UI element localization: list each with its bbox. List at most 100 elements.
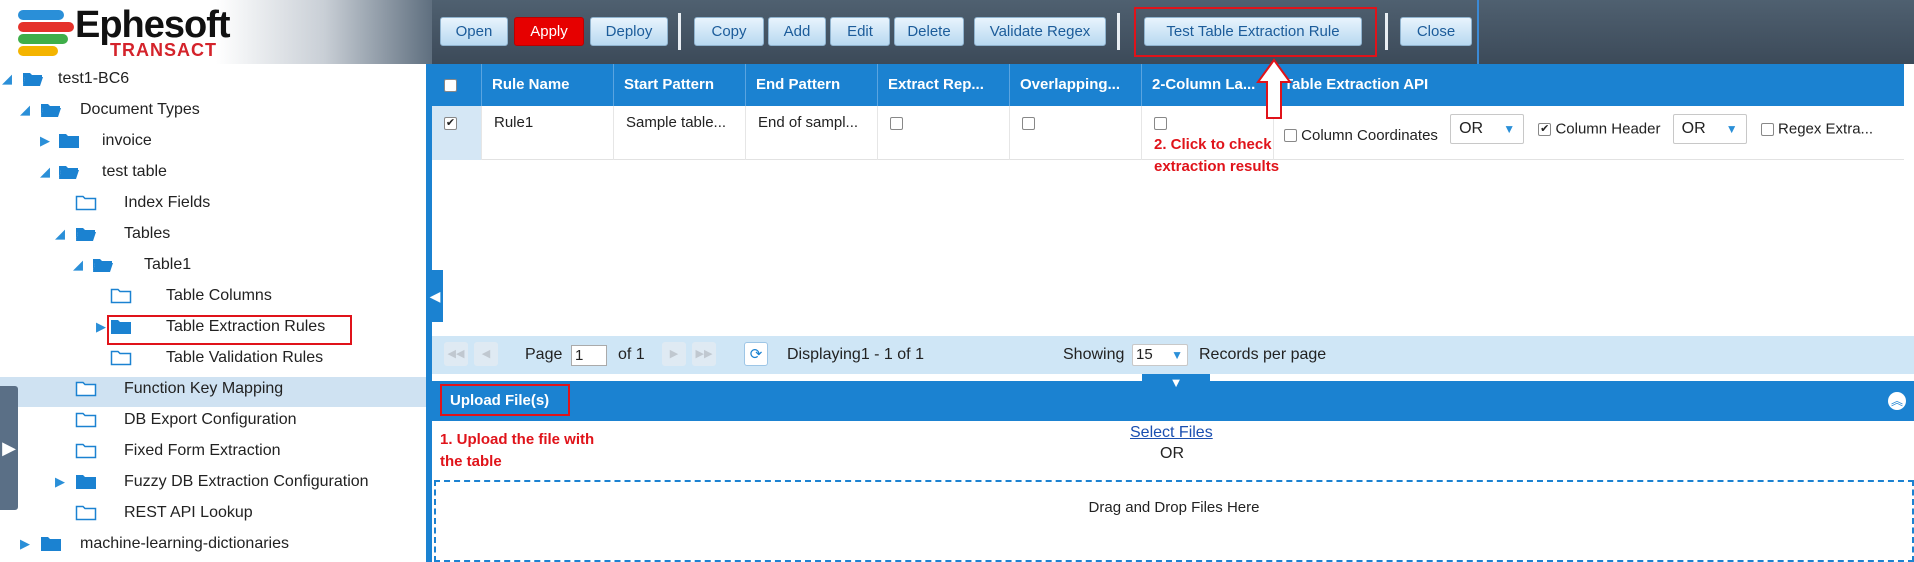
- column-end-pattern[interactable]: End Pattern: [746, 64, 878, 106]
- expanded-arrow-icon[interactable]: ◢: [55, 221, 65, 247]
- logo: Ephesoft TRANSACT: [0, 0, 432, 64]
- collapse-panel-icon[interactable]: ︽: [1888, 392, 1906, 410]
- tree-item[interactable]: REST API Lookup: [0, 500, 420, 526]
- column-table-extraction-api[interactable]: Table Extraction API: [1274, 64, 1904, 106]
- tree-item[interactable]: ◢ test table: [0, 159, 420, 185]
- tree-item[interactable]: Table Columns: [0, 283, 420, 309]
- tree-item[interactable]: ◢ Table1: [0, 252, 420, 278]
- showing-label: Showing: [1063, 346, 1125, 363]
- annotation-step1: 1. Upload the file with the table: [440, 431, 595, 470]
- tree-item-label: test1-BC6: [58, 70, 130, 87]
- records-per-page-label: Records per page: [1199, 346, 1327, 363]
- cell-start-pattern: Sample table...: [614, 106, 746, 160]
- column-coordinates-checkbox[interactable]: [1284, 129, 1297, 142]
- records-per-page-select[interactable]: 15 ▼: [1132, 344, 1188, 366]
- folder-icon: [75, 473, 97, 490]
- page-number-input[interactable]: 1: [571, 345, 607, 366]
- column-start-pattern[interactable]: Start Pattern: [614, 64, 746, 106]
- open-button[interactable]: Open: [440, 17, 508, 46]
- column-header-label: Column Header: [1555, 120, 1661, 138]
- deploy-button[interactable]: Deploy: [590, 17, 668, 46]
- collapsed-arrow-icon[interactable]: ▶: [40, 128, 50, 154]
- column-extract-rep[interactable]: Extract Rep...: [878, 64, 1010, 106]
- last-page-icon[interactable]: ▶▶: [692, 342, 716, 366]
- tree-item[interactable]: ▶ invoice: [0, 128, 420, 154]
- toolbar-divider: [1117, 13, 1120, 50]
- collapsed-arrow-icon[interactable]: ▶: [20, 531, 30, 557]
- column-overlapping[interactable]: Overlapping...: [1010, 64, 1142, 106]
- collapsed-arrow-icon[interactable]: ▶: [96, 314, 106, 340]
- or-label: OR: [1160, 445, 1184, 462]
- folder-icon: [75, 442, 97, 459]
- tree-item-label: invoice: [102, 132, 152, 149]
- annotation-step2: 2. Click to check extraction results: [1154, 136, 1280, 175]
- upload-title-highlight: [440, 384, 570, 416]
- folder-icon: [92, 256, 114, 273]
- top-toolbar: Ephesoft TRANSACT Open Apply Deploy Copy…: [0, 0, 1914, 64]
- tree-item[interactable]: ◢ Document Types: [0, 97, 420, 123]
- tree-item-label: Tables: [124, 225, 171, 242]
- tree-item-label: Fixed Form Extraction: [124, 442, 281, 459]
- column-rule-name[interactable]: Rule Name: [482, 64, 614, 106]
- config-tree: ◢ test1-BC6 ◢ Document Types ▶ invoice ◢ test t…: [0, 64, 426, 562]
- validate-regex-button[interactable]: Validate Regex: [974, 17, 1106, 46]
- toolbar-edge: [1477, 0, 1479, 64]
- column-header-checkbox[interactable]: ✔: [1538, 122, 1552, 136]
- grid-header: Rule Name Start Pattern End Pattern Extr…: [432, 64, 1904, 106]
- delete-button[interactable]: Delete: [894, 17, 964, 46]
- overlapping-checkbox[interactable]: [1010, 106, 1142, 160]
- regex-extraction-checkbox[interactable]: [1760, 122, 1774, 136]
- select-files-link[interactable]: Select Files: [1130, 424, 1213, 442]
- expanded-arrow-icon[interactable]: ◢: [20, 97, 30, 123]
- expanded-arrow-icon[interactable]: ◢: [73, 252, 83, 278]
- folder-icon: [75, 225, 97, 242]
- collapse-tree-icon[interactable]: ◀: [427, 270, 443, 322]
- tree-item[interactable]: ▶ machine-learning-dictionaries: [0, 531, 420, 557]
- column-two-column-layout[interactable]: 2-Column La...: [1142, 64, 1274, 106]
- cell-end-pattern: End of sampl...: [746, 106, 878, 160]
- expanded-arrow-icon[interactable]: ◢: [2, 66, 12, 92]
- refresh-icon[interactable]: ⟳: [744, 342, 768, 366]
- tree-item-label: machine-learning-dictionaries: [80, 535, 289, 552]
- tree-selection-highlight: [107, 315, 352, 345]
- tree-item-label: Function Key Mapping: [124, 380, 284, 397]
- tree-item-label: Table Validation Rules: [166, 349, 324, 366]
- tree-item[interactable]: DB Export Configuration: [0, 407, 420, 433]
- close-button[interactable]: Close: [1400, 17, 1472, 46]
- select-all-checkbox[interactable]: [432, 64, 482, 106]
- prev-page-icon[interactable]: ◀: [474, 342, 498, 366]
- api-operator-select-2[interactable]: OR ▼: [1672, 114, 1747, 144]
- api-operator-select-1[interactable]: OR ▼: [1450, 114, 1525, 144]
- tree-item-label: Table Columns: [166, 287, 272, 304]
- drop-zone-text: Drag and Drop Files Here: [1088, 499, 1260, 516]
- tree-item[interactable]: Index Fields: [0, 190, 420, 216]
- drop-zone[interactable]: Drag and Drop Files Here: [434, 480, 1914, 562]
- edit-button[interactable]: Edit: [830, 17, 890, 46]
- apply-button[interactable]: Apply: [514, 17, 584, 46]
- collapsed-arrow-icon[interactable]: ▶: [55, 469, 65, 495]
- tree-item[interactable]: ◢ test1-BC6: [0, 66, 420, 92]
- toggle-panel-icon[interactable]: ▼: [1142, 374, 1210, 392]
- first-page-icon[interactable]: ◀◀: [444, 342, 468, 366]
- next-page-icon[interactable]: ▶: [662, 342, 686, 366]
- tree-item[interactable]: Function Key Mapping: [0, 376, 420, 402]
- folder-icon: [110, 287, 132, 304]
- folder-icon: [22, 70, 44, 87]
- expanded-arrow-icon[interactable]: ◢: [40, 159, 50, 185]
- add-button[interactable]: Add: [768, 17, 826, 46]
- expand-left-panel-icon[interactable]: ▶: [0, 386, 18, 510]
- tree-item-label: REST API Lookup: [124, 504, 253, 521]
- tree-item[interactable]: ◢ Tables: [0, 221, 420, 247]
- extract-rep-checkbox[interactable]: [878, 106, 1010, 160]
- cell-rule-name: Rule1: [482, 106, 614, 160]
- tree-item[interactable]: Table Validation Rules: [0, 345, 420, 371]
- row-checkbox[interactable]: ✔: [432, 106, 482, 160]
- folder-icon: [75, 411, 97, 428]
- tree-item-label: Table1: [144, 256, 192, 273]
- tree-item[interactable]: ▶ Fuzzy DB Extraction Configuration: [0, 469, 420, 495]
- tree-item-label: Index Fields: [124, 194, 211, 211]
- column-coordinates-label: Column Coordinates: [1301, 127, 1438, 144]
- tree-item[interactable]: Fixed Form Extraction: [0, 438, 420, 464]
- tree-item-label: Fuzzy DB Extraction Configuration: [124, 473, 369, 490]
- copy-button[interactable]: Copy: [694, 17, 764, 46]
